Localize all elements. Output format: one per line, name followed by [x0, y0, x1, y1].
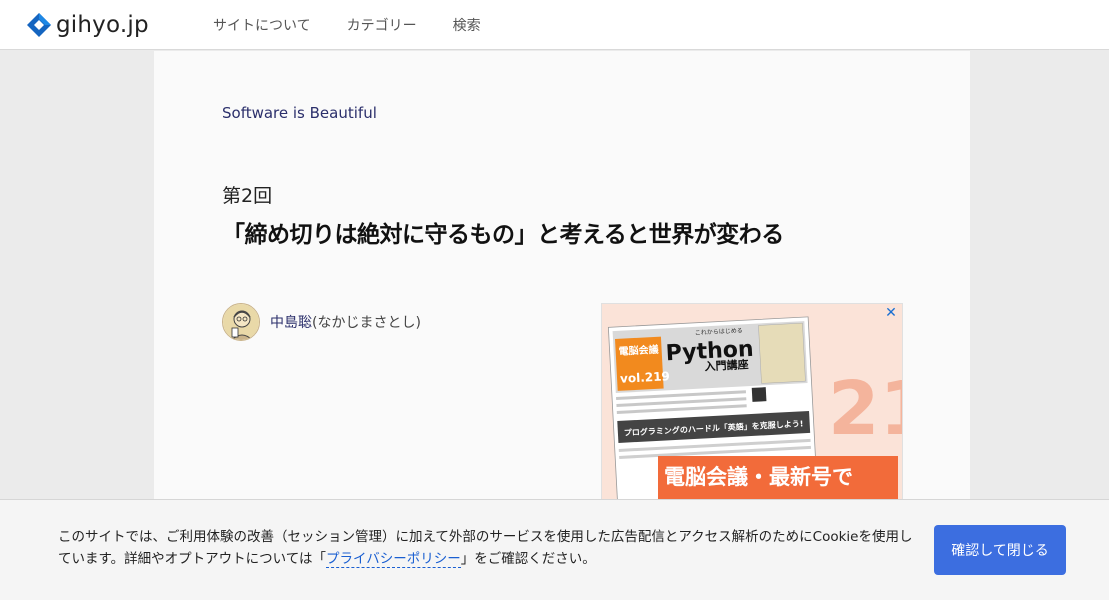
ad-close-icon[interactable]: ✕: [882, 304, 900, 322]
main-nav: サイトについて カテゴリー 検索: [213, 0, 517, 50]
author-info: 中島聡 (なかじまさとし): [222, 303, 421, 341]
author-avatar[interactable]: [222, 303, 260, 341]
series-link[interactable]: Software is Beautiful: [222, 104, 377, 122]
site-logo[interactable]: gihyo.jp: [26, 10, 149, 40]
nav-categories[interactable]: カテゴリー: [347, 15, 417, 35]
logo-diamond-icon: [27, 13, 51, 37]
author-kana: (なかじまさとし): [312, 315, 421, 331]
ad-book-subtitle: 入門講座: [704, 357, 749, 373]
ad-creative: 219 電脳会議 vol.219 これからはじめる Python 入門講座 プロ…: [602, 304, 903, 499]
privacy-policy-link[interactable]: プライバシーポリシー: [325, 551, 461, 568]
episode-label: 第2回: [222, 185, 273, 207]
cookie-consent-bar: このサイトでは、ご利用体験の改善（セッション管理）に加えて外部のサービスを使用し…: [0, 499, 1109, 600]
nav-search[interactable]: 検索: [453, 15, 481, 35]
author-name[interactable]: 中島聡: [270, 312, 312, 332]
cookie-accept-button[interactable]: 確認して閉じる: [934, 525, 1066, 575]
nav-about[interactable]: サイトについて: [213, 15, 311, 35]
ad-volume: vol.219: [620, 369, 670, 386]
ad-big-number: 219: [828, 366, 903, 452]
logo-text: gihyo.jp: [56, 12, 149, 38]
ad-banner[interactable]: ✕ 219 電脳会議 vol.219 これからはじめる Python 入門講座 …: [601, 303, 903, 500]
cookie-message: このサイトでは、ご利用体験の改善（セッション管理）に加えて外部のサービスを使用し…: [58, 526, 918, 570]
avatar-portrait-icon: [223, 304, 259, 340]
article-area: Software is Beautiful 第2回 「締め切りは絶対に守るもの」…: [154, 51, 970, 500]
article-title: 「締め切りは絶対に守るもの」と考えると世界が変わる: [222, 222, 784, 248]
ad-headline: 電脳会議・最新号で: [664, 465, 853, 489]
site-header: gihyo.jp サイトについて カテゴリー 検索: [0, 0, 1109, 50]
cookie-text-after: 」をご確認ください。: [460, 551, 596, 567]
